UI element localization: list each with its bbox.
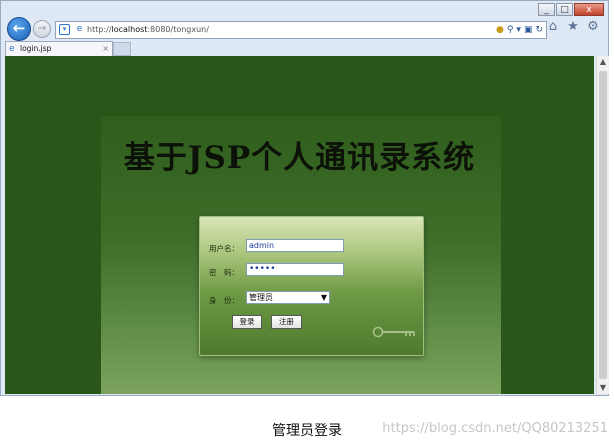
url-rest: :8080/tongxun/ — [147, 25, 209, 34]
scroll-down-icon[interactable]: ▼ — [597, 382, 609, 394]
forward-arrow-icon[interactable]: → — [33, 20, 51, 38]
navigation-bar: ← → ▾ e http://localhost:8080/tongxun/ ●… — [1, 15, 608, 43]
watermark: https://blog.csdn.net/QQ80213251 — [382, 421, 608, 436]
gear-icon[interactable]: ⚙ — [586, 20, 600, 34]
key-icon — [372, 326, 415, 338]
role-select[interactable]: 管理员 ▼ — [246, 291, 330, 304]
security-icon[interactable]: ● — [496, 23, 504, 37]
address-actions: ● ⚲ ▾ ▣ ↻ — [496, 23, 543, 37]
register-button[interactable]: 注册 — [271, 315, 302, 329]
dropdown-icon[interactable]: ▾ — [516, 23, 521, 37]
username-input[interactable]: admin — [246, 239, 344, 252]
page-title: 基于JSP个人通讯录系统 — [123, 140, 476, 176]
address-url[interactable]: http://localhost:8080/tongxun/ — [87, 22, 209, 38]
new-tab-button[interactable] — [113, 42, 131, 56]
tab-page-icon: e — [9, 44, 15, 54]
tab-login[interactable]: e login.jsp × — [5, 41, 113, 56]
url-host: localhost — [111, 25, 148, 34]
role-label: 身 份： — [209, 296, 239, 305]
home-icon[interactable]: ⌂ — [546, 20, 560, 34]
page-icon: e — [76, 24, 83, 34]
compat-icon[interactable]: ▾ — [59, 24, 70, 35]
page-content: 基于JSP个人通讯录系统 用户名： admin 密 码： ••••• 身 份： … — [5, 56, 594, 394]
scroll-thumb[interactable] — [599, 71, 607, 379]
role-selected-value: 管理员 — [249, 293, 273, 302]
url-prefix: http:// — [87, 25, 112, 34]
back-arrow-icon[interactable]: ← — [7, 17, 31, 41]
search-icon[interactable]: ⚲ — [507, 23, 514, 37]
toolbar-icons: ⌂ ★ ⚙ — [546, 20, 600, 34]
tab-close-icon[interactable]: × — [102, 42, 109, 55]
scroll-up-icon[interactable]: ▲ — [597, 56, 609, 68]
refresh-icon[interactable]: ↻ — [535, 23, 543, 37]
tab-strip: e login.jsp × — [1, 41, 608, 56]
login-panel: 用户名： admin 密 码： ••••• 身 份： 管理员 ▼ 登录 注册 — [199, 216, 424, 356]
tab-label: login.jsp — [20, 44, 52, 53]
address-bar[interactable]: ▾ e http://localhost:8080/tongxun/ ● ⚲ ▾… — [55, 21, 547, 39]
compat-view-icon[interactable]: ▣ — [524, 23, 533, 37]
chevron-down-icon: ▼ — [320, 293, 327, 302]
password-label: 密 码： — [209, 268, 239, 277]
star-icon[interactable]: ★ — [566, 20, 580, 34]
password-input[interactable]: ••••• — [246, 263, 344, 276]
username-label: 用户名： — [209, 244, 239, 253]
vertical-scrollbar[interactable]: ▲ ▼ — [596, 56, 609, 394]
login-button[interactable]: 登录 — [232, 315, 262, 329]
